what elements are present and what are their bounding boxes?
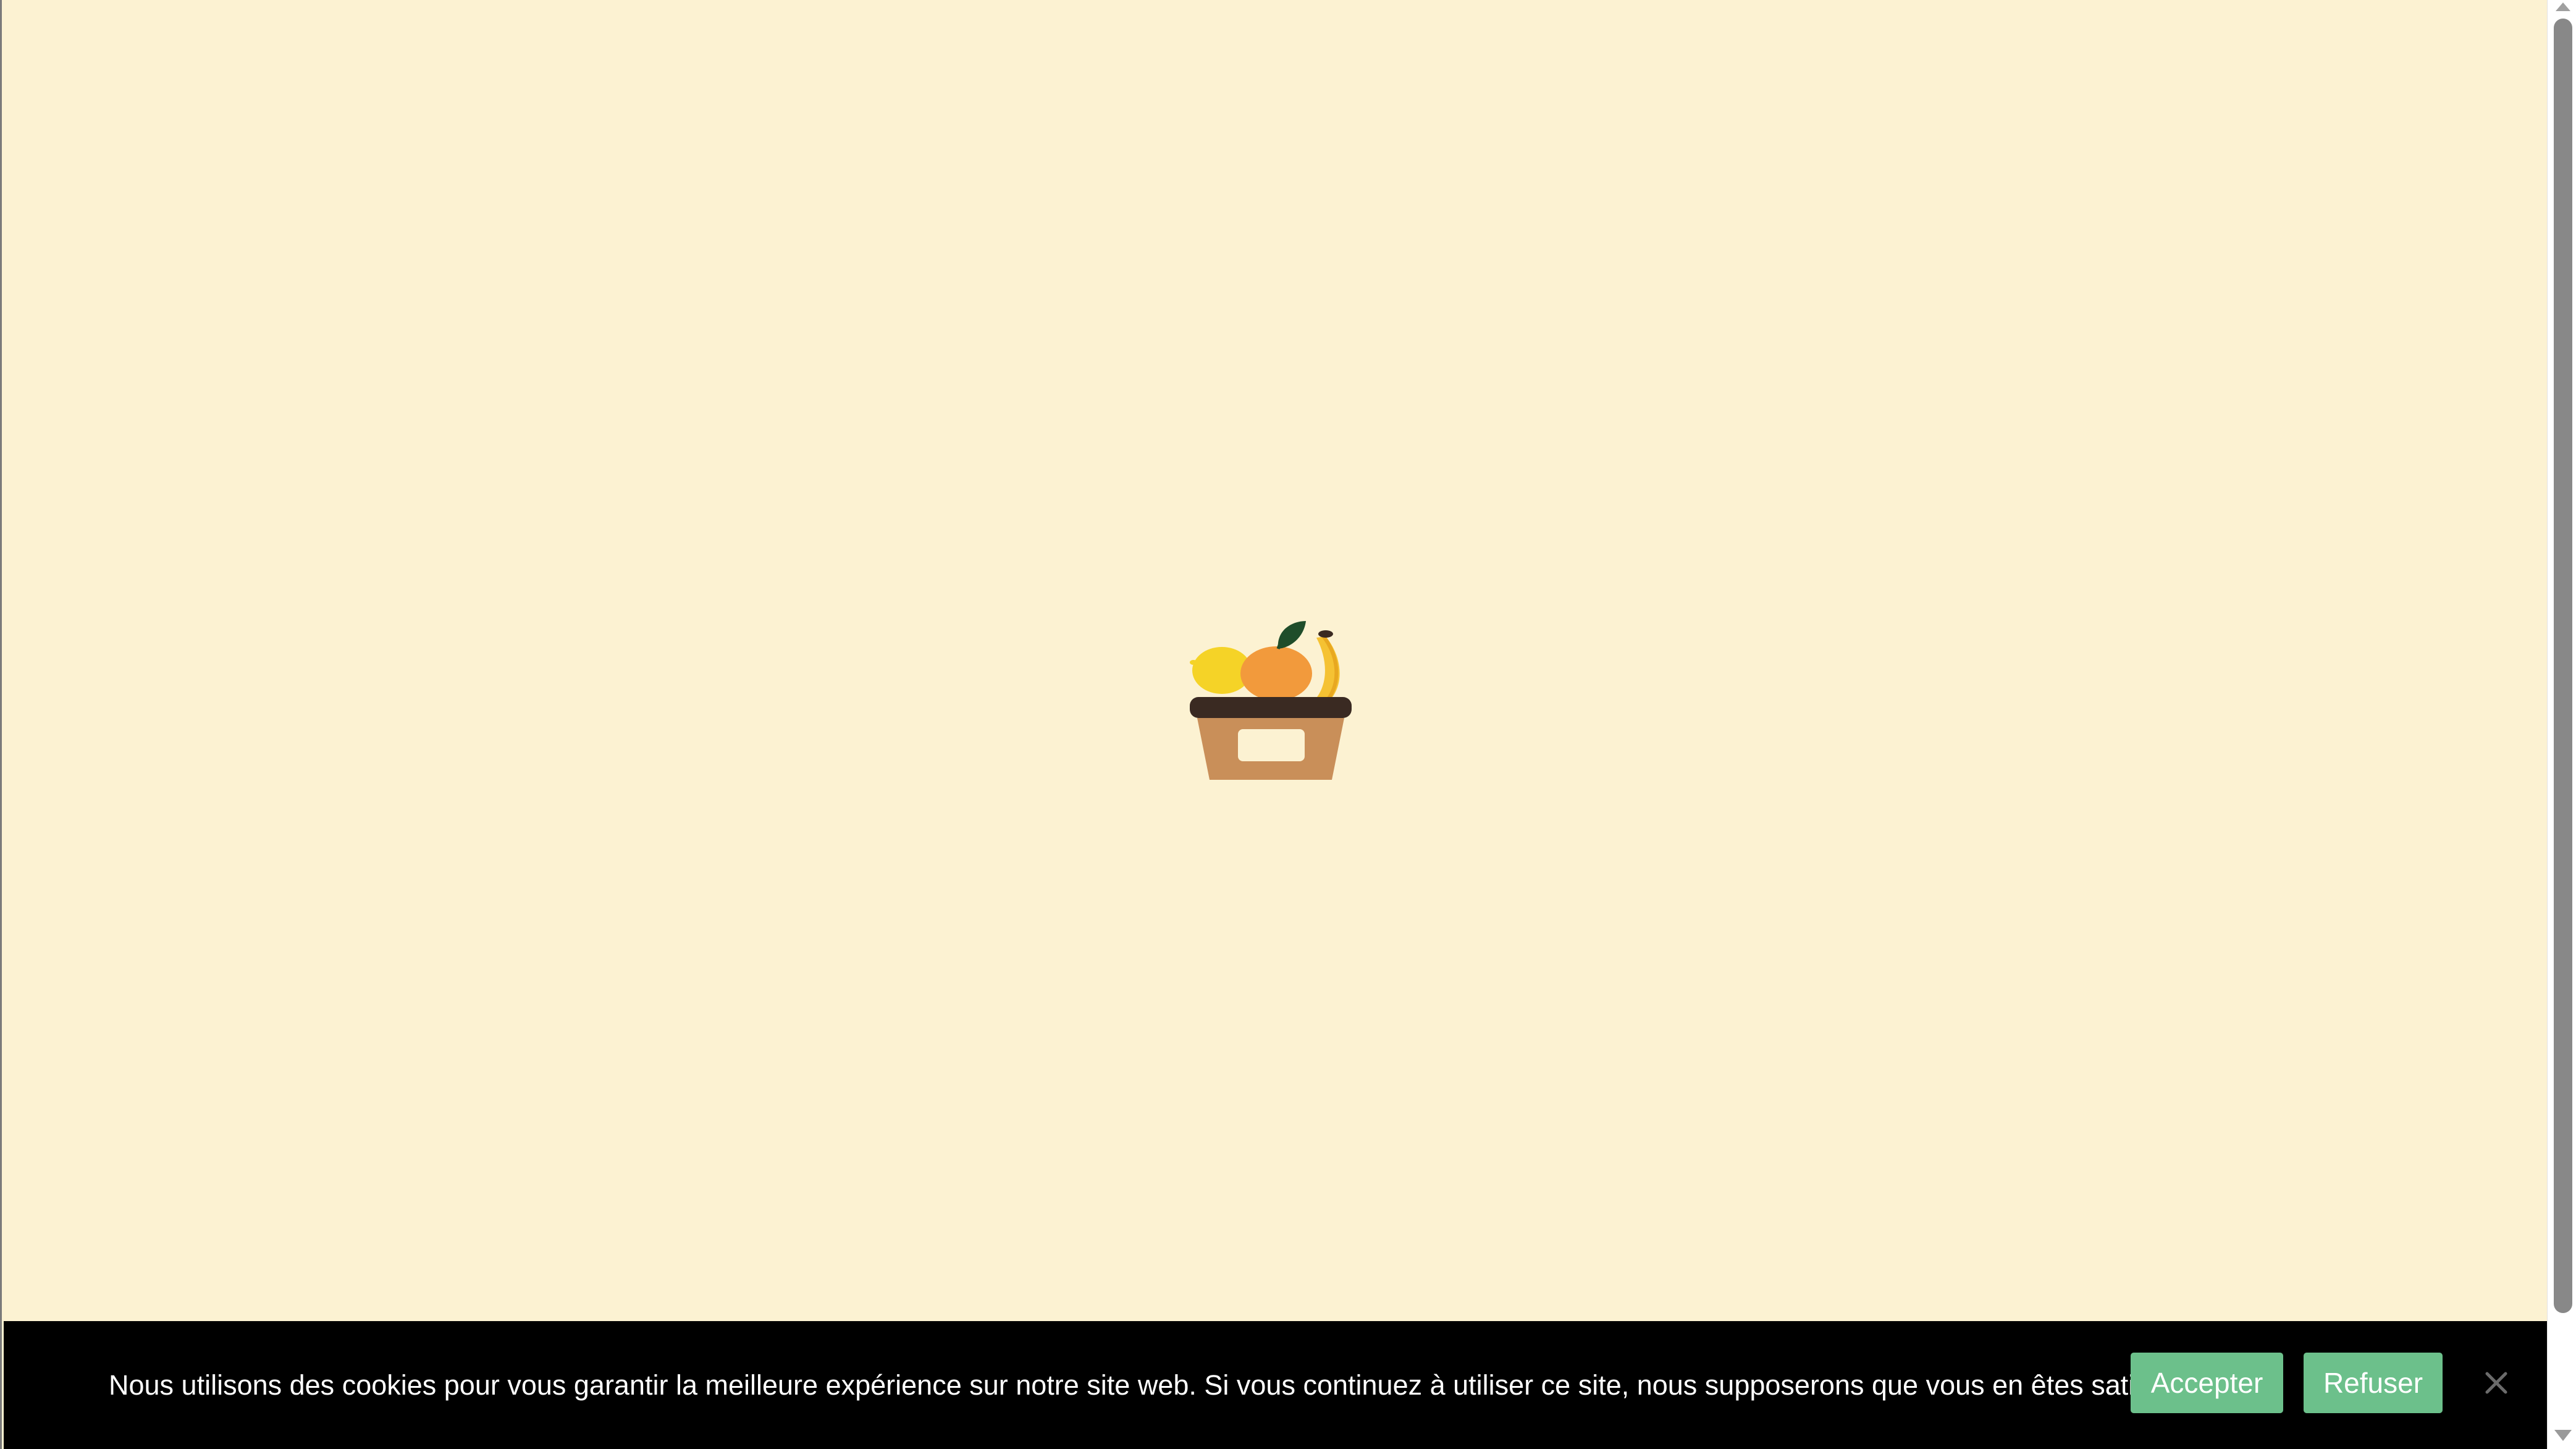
cookie-message: Nous utilisons des cookies pour vous gar…	[109, 1369, 2194, 1401]
browser-viewport: Nous utilisons des cookies pour vous gar…	[0, 0, 2576, 1449]
refuse-cookies-button[interactable]: Refuser	[2304, 1353, 2443, 1413]
cookie-consent-banner: Nous utilisons des cookies pour vous gar…	[4, 1321, 2547, 1449]
fruit-basket-icon	[1190, 621, 1352, 780]
loading-indicator	[1190, 618, 1363, 791]
page-content: Nous utilisons des cookies pour vous gar…	[4, 0, 2547, 1449]
close-icon[interactable]	[2481, 1367, 2512, 1398]
vertical-scrollbar[interactable]	[2547, 0, 2576, 1449]
accept-cookies-button[interactable]: Accepter	[2131, 1353, 2283, 1413]
scroll-down-arrow-icon[interactable]	[2548, 1421, 2576, 1449]
scroll-up-arrow-icon[interactable]	[2548, 0, 2576, 19]
scrollbar-thumb[interactable]	[2554, 19, 2572, 1313]
